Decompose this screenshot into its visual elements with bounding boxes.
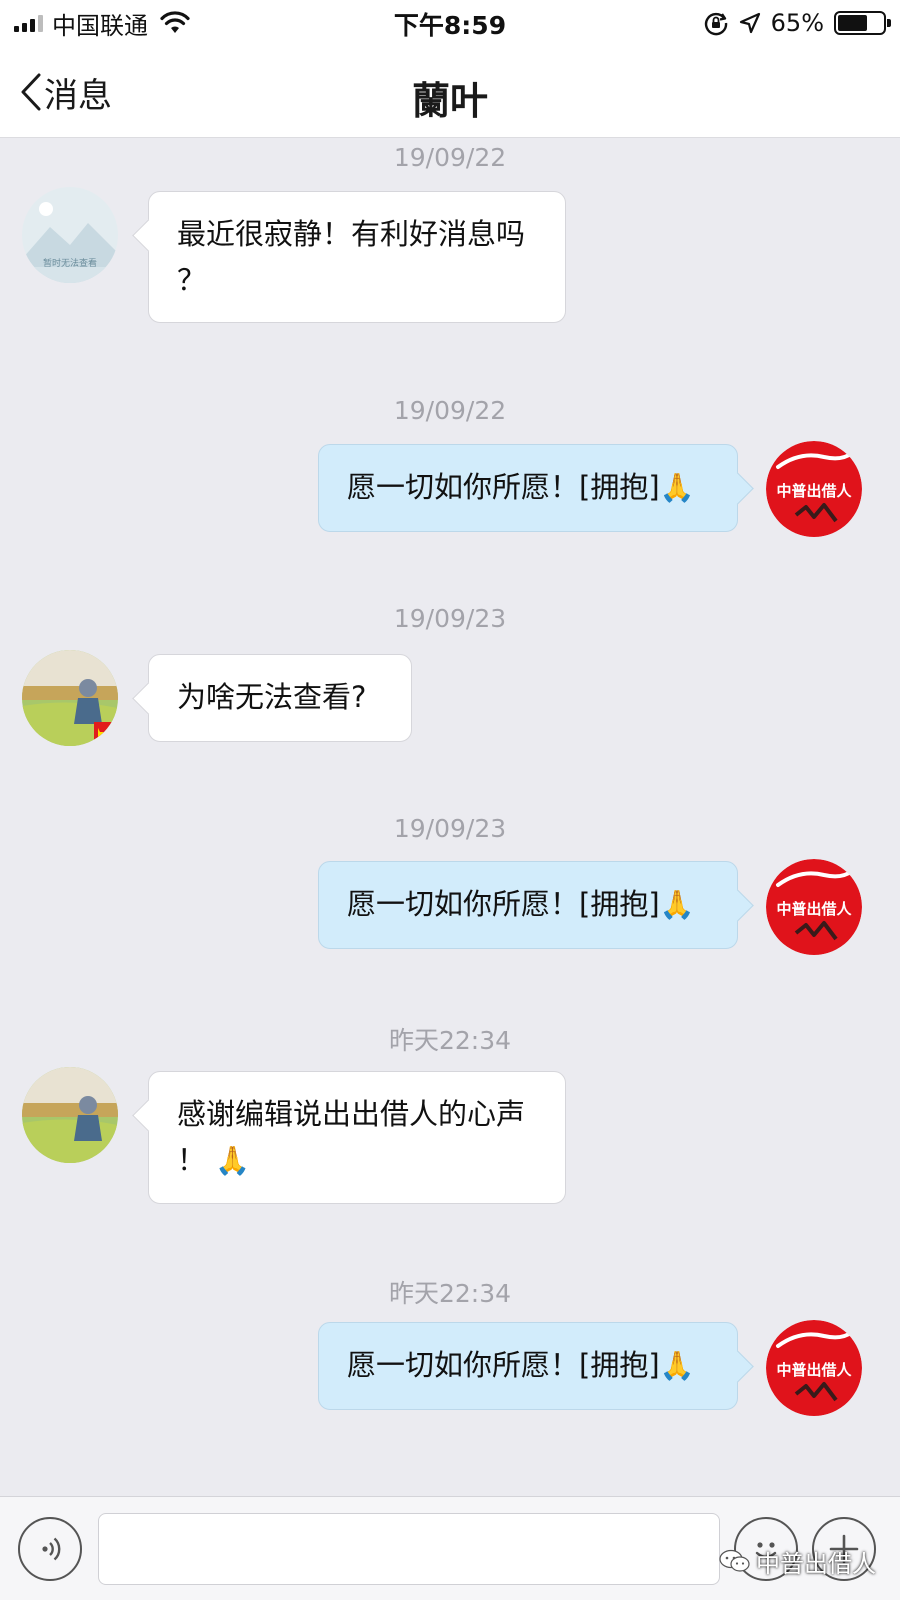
message-timestamp: 19/09/22 xyxy=(393,396,507,425)
message-timestamp: 19/09/23 xyxy=(393,814,507,843)
contact-avatar[interactable] xyxy=(22,650,118,746)
contact-avatar[interactable] xyxy=(22,1067,118,1163)
chat-area[interactable]: 19/09/22 暂时无法查看 最近很寂静！有利好消息吗？ 19/09/22 愿… xyxy=(0,139,900,1496)
red-logo-icon: 中普出借人 xyxy=(766,441,862,537)
message-text: 愿一切如你所愿！[拥抱]🙏 xyxy=(347,470,695,504)
message-text: 愿一切如你所愿！[拥抱]🙏 xyxy=(347,887,695,921)
voice-icon xyxy=(42,1537,61,1561)
logo-text: 中普出借人 xyxy=(776,1361,852,1379)
wechat-logo-icon xyxy=(719,1549,750,1572)
location-arrow-icon xyxy=(739,12,760,34)
battery-percent: 65% xyxy=(770,9,824,37)
wheat-field-photo-icon xyxy=(22,650,118,746)
message-timestamp: 19/09/23 xyxy=(393,604,507,633)
voice-input-button[interactable] xyxy=(18,1517,82,1581)
battery-fill xyxy=(838,15,867,31)
message-timestamp: 19/09/22 xyxy=(393,143,507,172)
message-bubble-incoming[interactable]: 最近很寂静！有利好消息吗？ xyxy=(148,191,566,323)
battery-icon xyxy=(834,11,891,35)
message-bubble-outgoing[interactable]: 愿一切如你所愿！[拥抱]🙏 xyxy=(318,1322,738,1410)
self-avatar[interactable]: 中普出借人 xyxy=(766,1320,862,1416)
folded-hands-emoji: 🙏 xyxy=(215,1144,251,1177)
message-input[interactable] xyxy=(98,1513,720,1585)
navigation-bar: 消息 蘭叶 xyxy=(0,46,900,138)
watermark: 中普出借人 xyxy=(718,1543,876,1579)
logo-text: 中普出借人 xyxy=(776,482,852,500)
image-placeholder-icon: 暂时无法查看 xyxy=(22,187,118,283)
message-text: 感谢编辑说出出借人的心声！ 🙏 xyxy=(177,1097,526,1177)
self-avatar[interactable]: 中普出借人 xyxy=(766,441,862,537)
status-bar: 中国联通 下午8:59 65% xyxy=(0,0,900,46)
message-text: 为啥无法查看? xyxy=(177,680,367,714)
message-bubble-incoming[interactable]: 感谢编辑说出出借人的心声！ 🙏 xyxy=(148,1071,566,1204)
praying-hands-emoji: 🙏 xyxy=(659,888,695,921)
logo-text: 中普出借人 xyxy=(776,900,852,918)
rotation-lock-icon xyxy=(704,12,727,36)
message-timestamp: 昨天22:34 xyxy=(388,1026,512,1055)
watermark-text: 中普出借人 xyxy=(756,1549,876,1578)
message-bubble-incoming[interactable]: 为啥无法查看? xyxy=(148,654,412,742)
message-text: 愿一切如你所愿！[拥抱]🙏 xyxy=(347,1348,695,1382)
message-text: 最近很寂静！有利好消息吗？ xyxy=(177,217,526,297)
contact-avatar[interactable]: 暂时无法查看 xyxy=(22,187,118,283)
input-bar: 中普出借人 xyxy=(0,1496,900,1600)
chat-title: 蘭叶 xyxy=(411,79,488,123)
message-bubble-outgoing[interactable]: 愿一切如你所愿！[拥抱]🙏 xyxy=(318,444,738,532)
praying-hands-emoji: 🙏 xyxy=(659,1349,695,1382)
message-bubble-outgoing[interactable]: 愿一切如你所愿！[拥抱]🙏 xyxy=(318,861,738,949)
red-logo-icon: 中普出借人 xyxy=(766,859,862,955)
wheat-field-photo-icon xyxy=(22,1067,118,1163)
avatar-placeholder-text: 暂时无法查看 xyxy=(43,257,97,269)
status-right: 65% xyxy=(703,8,891,38)
message-timestamp: 昨天22:34 xyxy=(388,1279,512,1308)
red-logo-icon: 中普出借人 xyxy=(766,1320,862,1416)
praying-hands-emoji: 🙏 xyxy=(659,471,695,504)
self-avatar[interactable]: 中普出借人 xyxy=(766,859,862,955)
